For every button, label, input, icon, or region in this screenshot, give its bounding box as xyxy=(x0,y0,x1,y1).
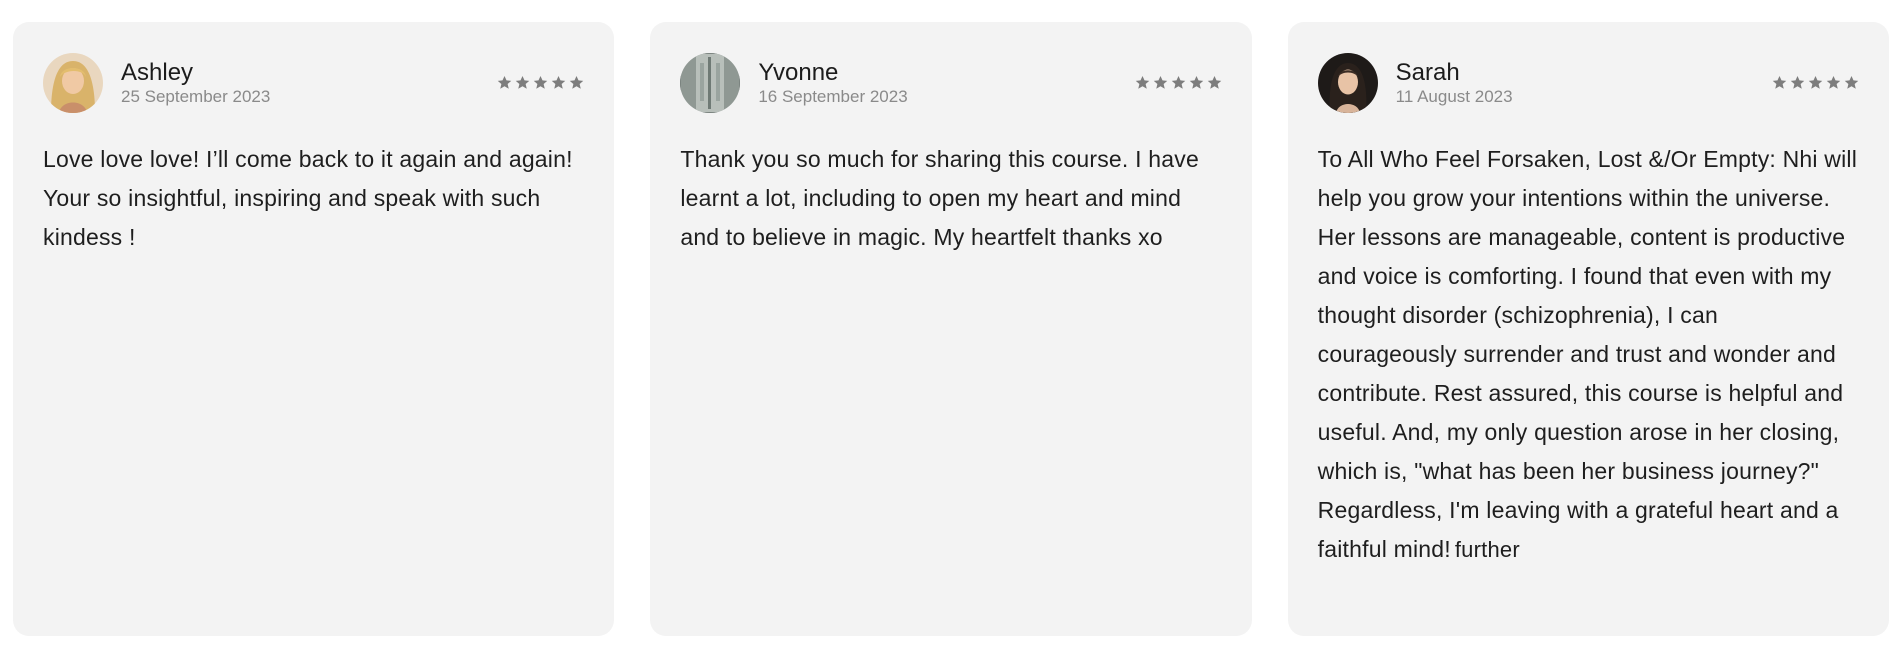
star-icon xyxy=(497,75,512,90)
review-date: 25 September 2023 xyxy=(121,86,271,106)
star-rating xyxy=(1135,75,1222,90)
reviewer-info: Yvonne 16 September 2023 xyxy=(758,58,1134,107)
star-rating xyxy=(497,75,584,90)
reviewer-name: Sarah xyxy=(1395,58,1460,86)
star-icon xyxy=(1808,75,1823,90)
read-more-link[interactable]: further xyxy=(1455,537,1520,562)
review-date: 11 August 2023 xyxy=(1395,86,1513,106)
star-icon xyxy=(1189,75,1204,90)
review-card: Sarah 11 August 2023 To All Who Feel For… xyxy=(1287,22,1889,636)
reviewer-info: Sarah 11 August 2023 xyxy=(1395,58,1772,107)
star-icon xyxy=(533,75,548,90)
review-header: Ashley 25 September 2023 xyxy=(43,52,584,114)
review-date: 16 September 2023 xyxy=(758,86,908,106)
star-icon xyxy=(1844,75,1859,90)
review-text: Thank you so much for sharing this cours… xyxy=(680,146,1199,250)
review-header: Yvonne 16 September 2023 xyxy=(680,52,1221,114)
review-text: Love love love! I’ll come back to it aga… xyxy=(43,146,573,250)
star-rating xyxy=(1772,75,1859,90)
reviews-row: Ashley 25 September 2023 Love love love!… xyxy=(13,22,1889,636)
star-icon xyxy=(515,75,530,90)
review-text-content: To All Who Feel Forsaken, Lost &/Or Empt… xyxy=(1317,146,1858,562)
review-header: Sarah 11 August 2023 xyxy=(1317,52,1859,114)
review-text: To All Who Feel Forsaken, Lost &/Or Empt… xyxy=(1318,140,1859,569)
reviewer-name: Ashley xyxy=(121,58,194,86)
star-icon xyxy=(1826,75,1841,90)
reviewer-name: Yvonne xyxy=(758,58,839,86)
star-icon xyxy=(569,75,584,90)
star-icon xyxy=(1772,75,1787,90)
review-card: Yvonne 16 September 2023 Thank you so mu… xyxy=(650,22,1252,636)
star-icon xyxy=(1135,75,1150,90)
avatar xyxy=(43,53,103,113)
review-card: Ashley 25 September 2023 Love love love!… xyxy=(13,22,615,636)
reviewer-info: Ashley 25 September 2023 xyxy=(121,58,497,107)
avatar xyxy=(1317,53,1378,113)
avatar xyxy=(680,53,741,113)
star-icon xyxy=(1171,75,1186,90)
star-icon xyxy=(1207,75,1222,90)
star-icon xyxy=(1790,75,1805,90)
star-icon xyxy=(1153,75,1168,90)
star-icon xyxy=(551,75,566,90)
